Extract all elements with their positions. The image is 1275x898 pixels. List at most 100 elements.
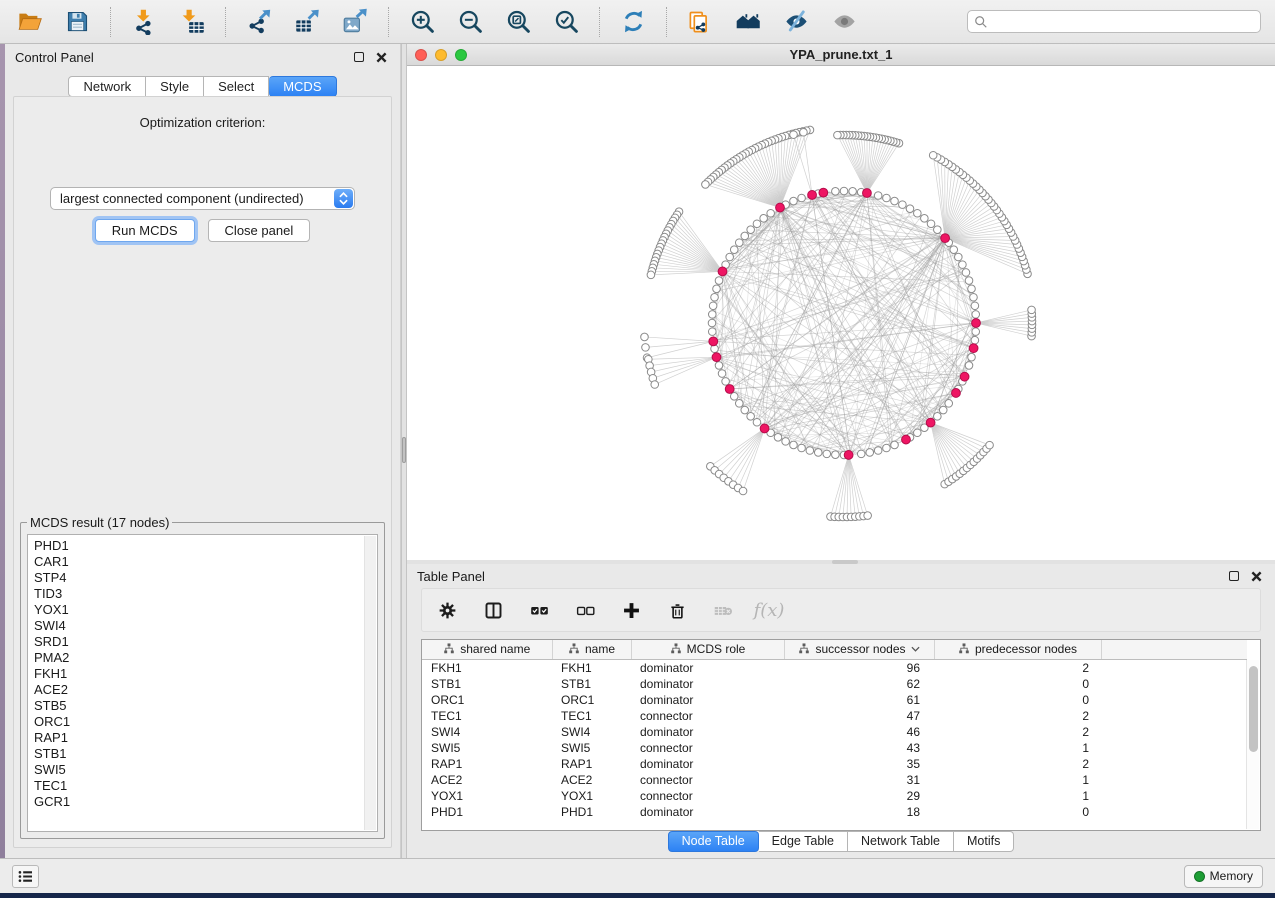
column-header-shared-name[interactable]: shared name [422, 640, 552, 659]
show-all-button[interactable] [825, 5, 863, 39]
node-table[interactable]: shared namenameMCDS rolesuccessor nodesp… [422, 640, 1247, 820]
mcds-result-item[interactable]: FKH1 [34, 666, 377, 682]
graph-hub-node[interactable] [941, 234, 950, 243]
first-neighbors-button[interactable] [729, 5, 767, 39]
delete-columns-button[interactable] [664, 597, 690, 623]
graph-hub-node[interactable] [776, 203, 785, 212]
graph-hub-node[interactable] [960, 372, 969, 381]
mcds-result-item[interactable]: TEC1 [34, 778, 377, 794]
graph-node[interactable] [753, 220, 761, 228]
mcds-result-item[interactable]: SRD1 [34, 634, 377, 650]
graph-node[interactable] [955, 253, 963, 261]
graph-hub-node[interactable] [718, 267, 727, 276]
graph-node[interactable] [774, 434, 782, 442]
graph-hub-node[interactable] [844, 451, 853, 460]
graph-hub-node[interactable] [808, 191, 817, 200]
graph-node[interactable] [972, 311, 980, 319]
mcds-result-list[interactable]: PHD1CAR1STP4TID3YOX1SWI4SRD1PMA2FKH1ACE2… [27, 534, 378, 832]
table-row[interactable]: SWI5SWI5connector431 [422, 740, 1247, 756]
mcds-result-item[interactable]: RAP1 [34, 730, 377, 746]
graph-node[interactable] [971, 336, 979, 344]
graph-node[interactable] [726, 253, 734, 261]
graph-node[interactable] [874, 447, 882, 455]
save-session-button[interactable] [58, 5, 96, 39]
graph-node[interactable] [970, 293, 978, 301]
graph-node[interactable] [782, 438, 790, 446]
graph-hub-node[interactable] [712, 353, 721, 362]
graph-node[interactable] [747, 226, 755, 234]
close-panel-icon[interactable] [1247, 567, 1265, 585]
table-row[interactable]: RAP1RAP1dominator352 [422, 756, 1247, 772]
run-mcds-button[interactable]: Run MCDS [95, 219, 195, 242]
graph-node[interactable] [790, 197, 798, 205]
export-table-button[interactable] [288, 5, 326, 39]
tab-motifs[interactable]: Motifs [954, 831, 1014, 852]
close-panel-icon[interactable] [372, 48, 390, 66]
mcds-result-item[interactable]: STP4 [34, 570, 377, 586]
table-row[interactable]: STB1STB1dominator620 [422, 676, 1247, 692]
graph-node[interactable] [874, 192, 882, 200]
graph-node[interactable] [651, 381, 659, 389]
create-column-button[interactable] [618, 597, 644, 623]
graph-node[interactable] [921, 214, 929, 222]
graph-node[interactable] [1028, 306, 1036, 314]
graph-node[interactable] [968, 353, 976, 361]
graph-node[interactable] [899, 201, 907, 209]
mcds-result-item[interactable]: TID3 [34, 586, 377, 602]
mcds-result-item[interactable]: PHD1 [34, 538, 377, 554]
graph-hub-node[interactable] [760, 424, 769, 433]
close-window-button[interactable] [415, 49, 427, 61]
graph-node[interactable] [647, 271, 655, 279]
graph-node[interactable] [739, 487, 747, 495]
zoom-in-button[interactable] [403, 5, 441, 39]
graph-node[interactable] [753, 418, 761, 426]
graph-node[interactable] [767, 209, 775, 217]
graph-node[interactable] [708, 311, 716, 319]
graph-node[interactable] [832, 187, 840, 195]
new-network-from-selection-button[interactable] [681, 5, 719, 39]
graph-node[interactable] [790, 441, 798, 449]
tab-select[interactable]: Select [204, 76, 269, 97]
table-row[interactable]: ORC1ORC1dominator610 [422, 692, 1247, 708]
graph-hub-node[interactable] [819, 188, 828, 197]
graph-node[interactable] [715, 362, 723, 370]
zoom-out-button[interactable] [451, 5, 489, 39]
graph-node[interactable] [722, 378, 730, 386]
graph-node[interactable] [906, 205, 914, 213]
graph-node[interactable] [864, 512, 872, 520]
graph-node[interactable] [927, 220, 935, 228]
table-row[interactable]: YOX1YOX1connector291 [422, 788, 1247, 804]
graph-node[interactable] [709, 302, 717, 310]
graph-node[interactable] [834, 131, 842, 139]
deselect-all-rows-button[interactable] [572, 597, 598, 623]
graph-node[interactable] [929, 151, 937, 159]
graph-node[interactable] [718, 370, 726, 378]
table-row[interactable]: SWI4SWI4dominator462 [422, 724, 1247, 740]
graph-node[interactable] [849, 187, 857, 195]
graph-node[interactable] [986, 441, 994, 449]
memory-button[interactable]: Memory [1184, 865, 1263, 888]
float-panel-icon[interactable] [1225, 567, 1243, 585]
graph-hub-node[interactable] [725, 385, 734, 394]
graph-node[interactable] [702, 181, 710, 189]
graph-node[interactable] [950, 246, 958, 254]
graph-node[interactable] [832, 451, 840, 459]
graph-node[interactable] [840, 187, 848, 195]
zoom-fit-button[interactable] [499, 5, 537, 39]
graph-node[interactable] [934, 413, 942, 421]
status-menu-button[interactable] [12, 865, 39, 888]
import-table-button[interactable] [173, 5, 211, 39]
graph-node[interactable] [800, 128, 808, 136]
optimization-criterion-select[interactable]: largest connected component (undirected) [50, 187, 355, 210]
graph-node[interactable] [857, 450, 865, 458]
graph-node[interactable] [730, 393, 738, 401]
graph-node[interactable] [971, 302, 979, 310]
tab-mcds[interactable]: MCDS [269, 76, 336, 97]
open-file-button[interactable] [10, 5, 48, 39]
minimize-window-button[interactable] [435, 49, 447, 61]
graph-node[interactable] [730, 246, 738, 254]
graph-node[interactable] [965, 277, 973, 285]
graph-node[interactable] [711, 293, 719, 301]
search-input[interactable] [992, 15, 1254, 29]
column-header-successor-nodes[interactable]: successor nodes [784, 640, 934, 659]
